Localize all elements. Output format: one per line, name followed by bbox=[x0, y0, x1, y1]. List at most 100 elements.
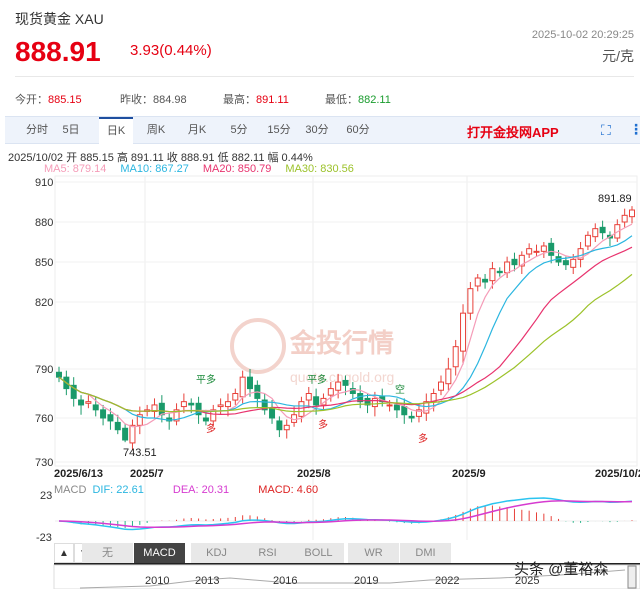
stat-label: 最高： bbox=[223, 94, 256, 106]
candle-body bbox=[401, 406, 408, 416]
candle-body bbox=[276, 420, 283, 431]
stat-value: 891.11 bbox=[256, 94, 289, 106]
candle-body bbox=[92, 404, 99, 411]
stat-label: 今开： bbox=[15, 94, 48, 106]
x-tick-label: 2025/8 bbox=[297, 468, 331, 480]
candle-body bbox=[85, 401, 92, 404]
candle-body bbox=[232, 393, 239, 401]
stat-label: 最低： bbox=[325, 94, 358, 106]
x-tick-label: 2025/6/13 bbox=[54, 468, 103, 480]
stat-3: 最低：882.11 bbox=[325, 91, 391, 107]
candle-body bbox=[599, 226, 606, 234]
stat-1: 昨收：884.98 bbox=[120, 91, 187, 107]
candle-body bbox=[224, 401, 231, 408]
macd-bottom-label: -23 bbox=[36, 532, 52, 544]
candle-body bbox=[78, 399, 85, 406]
candle-body bbox=[496, 270, 503, 274]
candle-body bbox=[129, 424, 136, 444]
y-tick-label: 850 bbox=[35, 257, 53, 269]
stat-0: 今开：885.15 bbox=[15, 91, 82, 107]
candle-body bbox=[482, 278, 489, 283]
candle-body bbox=[313, 396, 320, 406]
high-annotation: 891.89 bbox=[598, 193, 632, 205]
dif-value: DIF: 22.61 bbox=[92, 484, 144, 496]
indicator-tab-0[interactable]: 无 bbox=[82, 543, 134, 563]
stat-label: 昨收： bbox=[120, 94, 153, 106]
candle-body bbox=[393, 404, 400, 411]
macd-title: MACD bbox=[54, 484, 87, 496]
candle-body bbox=[327, 388, 334, 396]
y-tick-label: 880 bbox=[35, 217, 53, 229]
candle-body bbox=[100, 409, 107, 419]
x-tick-label: 2025/9 bbox=[452, 468, 486, 480]
candle-body bbox=[570, 258, 577, 268]
candle-body bbox=[452, 346, 459, 368]
watermark-logo bbox=[230, 318, 286, 374]
y-tick-label: 910 bbox=[35, 177, 53, 189]
candle-body bbox=[629, 209, 635, 218]
candle-body bbox=[269, 407, 276, 419]
indicator-tab-2[interactable]: KDJ bbox=[191, 543, 243, 563]
trade-mark: 多 bbox=[206, 422, 216, 435]
candle-body bbox=[114, 421, 121, 431]
candle-body bbox=[540, 245, 547, 252]
candle-body bbox=[107, 414, 114, 422]
candle-body bbox=[533, 250, 540, 253]
candle-body bbox=[239, 376, 246, 398]
candle-body bbox=[180, 401, 187, 408]
indicator-tab-4[interactable]: BOLL bbox=[293, 543, 345, 563]
y-tick-label: 730 bbox=[35, 457, 53, 469]
candle-body bbox=[122, 427, 129, 441]
candle-body bbox=[504, 261, 511, 274]
candle-body bbox=[489, 268, 496, 282]
y-tick-label: 820 bbox=[35, 297, 53, 309]
candle-body bbox=[438, 381, 444, 391]
trade-mark: 多 bbox=[318, 418, 328, 431]
navigator-year: 2016 bbox=[273, 575, 297, 587]
macd-top-label: 23 bbox=[40, 490, 52, 502]
candle-body bbox=[342, 379, 349, 386]
stat-value: 885.15 bbox=[48, 94, 82, 106]
watermark-url: quote.cngold.org bbox=[290, 369, 394, 385]
dea-value: DEA: 20.31 bbox=[172, 484, 230, 496]
scroll-up-button[interactable]: ▲ bbox=[54, 543, 74, 563]
trade-mark: 多 bbox=[418, 432, 428, 445]
candle-body bbox=[467, 288, 474, 314]
candle-body bbox=[56, 371, 62, 378]
candle-body bbox=[584, 234, 591, 247]
candle-body bbox=[445, 368, 452, 385]
stat-2: 最高：891.11 bbox=[223, 91, 289, 107]
x-tick-label: 2025/7 bbox=[130, 468, 164, 480]
trade-mark: 平多 bbox=[196, 373, 216, 386]
indicator-tab-6[interactable]: DMI bbox=[400, 543, 452, 563]
indicator-tab-5[interactable]: WR bbox=[348, 543, 400, 563]
candle-body bbox=[188, 402, 195, 406]
candle-body bbox=[283, 424, 290, 431]
kline-chart[interactable]: 910 880 850 820 790 760 7302025/6/13 2025/7 2025… bbox=[0, 0, 640, 589]
candle-body bbox=[474, 277, 481, 287]
candle-body bbox=[371, 397, 378, 408]
navigator-handle[interactable] bbox=[627, 565, 637, 589]
stat-value: 884.98 bbox=[153, 94, 187, 106]
candle-body bbox=[335, 381, 342, 391]
low-annotation: 743.51 bbox=[123, 447, 157, 459]
macd-legend: MACD DIF: 22.61 DEA: 20.31 MACD: 4.60 bbox=[54, 484, 318, 496]
stat-value: 882.11 bbox=[358, 94, 391, 106]
macd-value: MACD: 4.60 bbox=[258, 484, 319, 496]
candle-body bbox=[548, 242, 555, 256]
candle-body bbox=[217, 404, 224, 408]
navigator-year: 2010 bbox=[145, 575, 169, 587]
trade-mark: 空 bbox=[395, 383, 405, 396]
watermark-text: 金投行情 bbox=[289, 328, 394, 358]
navigator-year: 2013 bbox=[195, 575, 219, 587]
candle-body bbox=[562, 260, 569, 266]
candle-body bbox=[621, 214, 628, 223]
indicator-tab-3[interactable]: RSI bbox=[242, 543, 294, 563]
navigator-year: 2019 bbox=[354, 575, 378, 587]
candle-body bbox=[298, 401, 305, 417]
indicator-tab-1[interactable]: MACD bbox=[134, 543, 186, 563]
candle-body bbox=[202, 417, 209, 422]
candle-body bbox=[592, 228, 599, 238]
candle-body bbox=[305, 393, 312, 401]
y-tick-label: 790 bbox=[35, 364, 53, 376]
